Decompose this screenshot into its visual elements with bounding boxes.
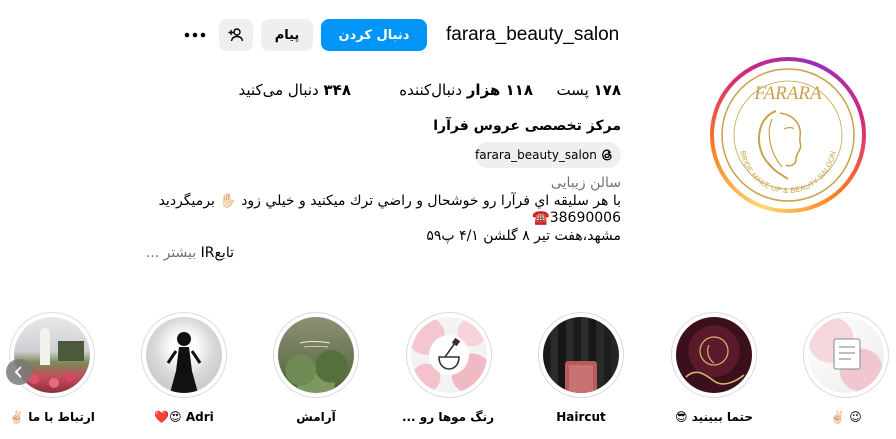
scroll-left-button[interactable] xyxy=(6,359,32,385)
highlight-label: 😉 ✌🏻 xyxy=(830,410,862,424)
highlight-label: Adri 😍❤️ xyxy=(154,410,214,424)
highlight-cover xyxy=(671,312,757,398)
posts-label: پست xyxy=(556,81,589,99)
highlight-cover xyxy=(406,312,492,398)
threads-handle: farara_beauty_salon xyxy=(475,148,597,162)
followers-count[interactable]: ۱۱۸ هزار دنبال‌کننده xyxy=(399,81,533,99)
farara-logo: FARARA BRIDE MAKE UP & BEAUTY SALOON xyxy=(721,68,855,202)
chevron-left-icon xyxy=(14,366,22,378)
message-button[interactable]: پیام xyxy=(261,19,313,51)
bio-line-2: ☎️38690006 xyxy=(532,210,621,226)
bio-more-label: ... بیشتر xyxy=(145,245,197,261)
highlight-cover xyxy=(9,312,95,398)
follow-button[interactable]: دنبال کردن xyxy=(321,19,427,51)
bio-line-3: مشهد،هفت تیر ۸ گلشن ۴/۱ پ۵۹ xyxy=(426,228,621,244)
more-options-icon[interactable] xyxy=(183,24,207,46)
bio-more-prefix: تابع xyxy=(214,245,234,261)
highlight-item[interactable]: Adri 😍❤️ xyxy=(139,312,229,424)
threads-icon xyxy=(601,149,612,161)
highlight-cover xyxy=(538,312,624,398)
category-label: سالن زیبایی xyxy=(550,175,621,191)
username: farara_beauty_salon xyxy=(446,24,620,45)
highlight-label: آرامش xyxy=(296,410,336,424)
highlight-cover xyxy=(141,312,227,398)
profile-avatar[interactable]: FARARA BRIDE MAKE UP & BEAUTY SALOON xyxy=(710,57,866,213)
logo-subtext: BRIDE MAKE UP & BEAUTY SALOON xyxy=(738,150,837,195)
highlight-label: حتما ببینید 😎 xyxy=(675,410,753,424)
following-value: ۳۴۸ xyxy=(323,81,351,99)
svg-text:BRIDE MAKE UP & BEAUTY SALOON: BRIDE MAKE UP & BEAUTY SALOON xyxy=(738,150,837,195)
following-count[interactable]: ۳۴۸ دنبال می‌کنید xyxy=(239,81,351,99)
following-label: دنبال می‌کنید xyxy=(238,81,319,99)
highlight-cover xyxy=(273,312,359,398)
highlight-label: ارتباط با ما ✌🏻 xyxy=(9,410,95,424)
followers-value: ۱۱۸ هزار xyxy=(466,81,533,99)
highlight-label: Haircut xyxy=(556,410,606,424)
full-name: مرکز تخصصی عروس فرآرا xyxy=(433,118,621,134)
highlight-item[interactable]: رنگ موها رو ... xyxy=(401,312,494,424)
svg-text:FARARA: FARARA xyxy=(753,83,822,104)
followers-label: دنبال‌کننده xyxy=(399,81,463,99)
highlight-item[interactable]: 😉 ✌🏻 xyxy=(801,312,891,424)
posts-value: ۱۷۸ xyxy=(593,81,621,99)
posts-count: ۱۷۸ پست xyxy=(556,81,621,99)
bio-more[interactable]: ... بیشتر IRتابع xyxy=(146,245,234,261)
threads-link[interactable]: farara_beauty_salon xyxy=(475,142,621,168)
highlight-item[interactable]: آرامش xyxy=(271,312,361,424)
highlight-item[interactable]: Haircut xyxy=(536,312,626,424)
bio-line-1: با هر سليقه اي فرآرا رو خوشحال و راضي تر… xyxy=(158,193,621,209)
add-user-icon xyxy=(228,28,244,42)
bio-more-tag: IR xyxy=(200,245,215,261)
highlight-item[interactable]: حتما ببینید 😎 xyxy=(669,312,759,424)
highlight-label: رنگ موها رو ... xyxy=(401,410,494,424)
add-user-button[interactable] xyxy=(219,19,253,51)
highlight-cover xyxy=(803,312,889,398)
profile-avatar-image: FARARA BRIDE MAKE UP & BEAUTY SALOON xyxy=(714,61,862,209)
